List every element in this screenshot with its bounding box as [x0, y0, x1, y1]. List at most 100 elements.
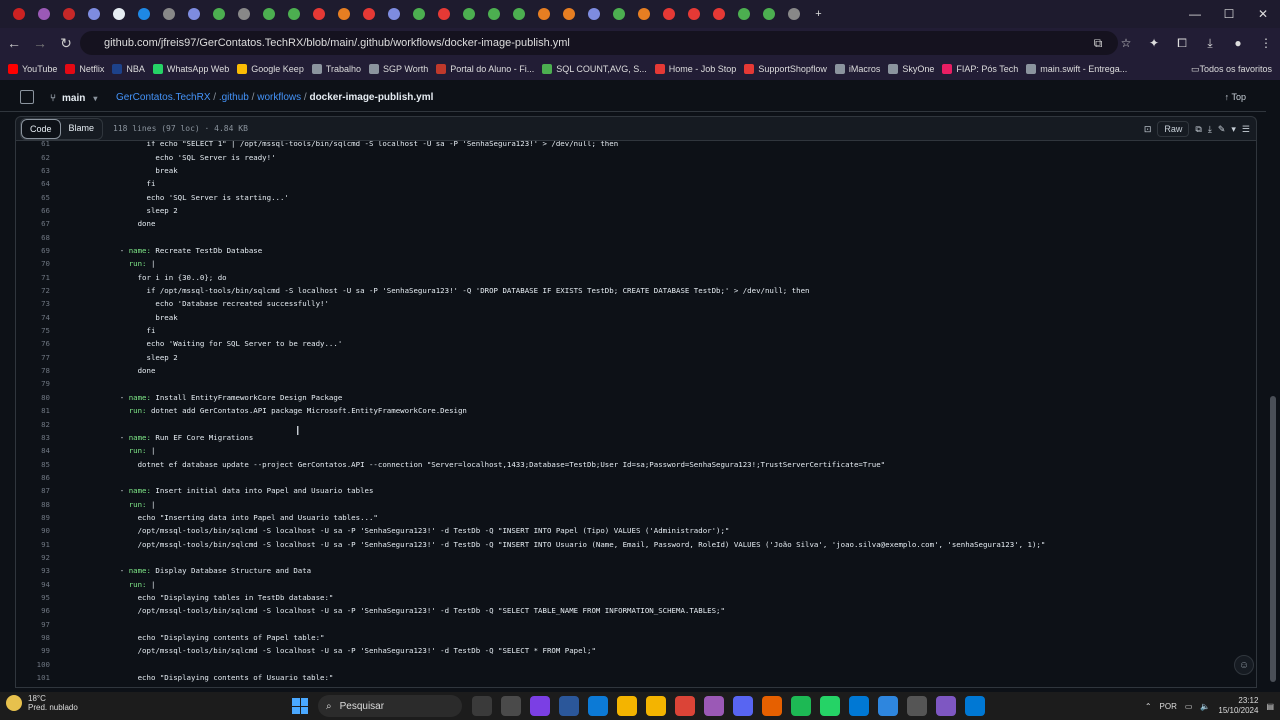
- browser-tab[interactable]: [506, 4, 531, 24]
- line-number[interactable]: 98: [16, 633, 50, 642]
- page-scrollbar[interactable]: [1266, 84, 1280, 688]
- clock[interactable]: 23:12 15/10/2024: [1218, 696, 1258, 716]
- browser-tab[interactable]: [81, 4, 106, 24]
- browser-tab[interactable]: [706, 4, 731, 24]
- line-number[interactable]: 101: [16, 673, 50, 682]
- scrollbar-thumb[interactable]: [1270, 396, 1276, 682]
- taskbar-app-icon[interactable]: [472, 696, 492, 716]
- branch-selector[interactable]: ⑂ main ▾: [50, 88, 97, 108]
- bookmark-item[interactable]: Google Keep: [237, 64, 304, 74]
- line-number[interactable]: 62: [16, 153, 50, 162]
- bookmark-item[interactable]: Netflix: [65, 64, 104, 74]
- taskbar-app-icon[interactable]: [675, 696, 695, 716]
- edit-chevron-down-icon[interactable]: ▾: [1231, 124, 1236, 135]
- line-number[interactable]: 100: [16, 660, 50, 669]
- line-number[interactable]: 80: [16, 393, 50, 402]
- breadcrumb-dir-workflows[interactable]: workflows: [257, 92, 301, 103]
- line-number[interactable]: 71: [16, 273, 50, 282]
- taskbar-app-icon[interactable]: [820, 696, 840, 716]
- browser-tab[interactable]: [681, 4, 706, 24]
- browser-tab[interactable]: [631, 4, 656, 24]
- line-number[interactable]: 96: [16, 606, 50, 615]
- browser-tab[interactable]: [131, 4, 156, 24]
- browser-tab[interactable]: [531, 4, 556, 24]
- copy-icon[interactable]: ⧉: [1195, 124, 1201, 135]
- browser-tab[interactable]: [756, 4, 781, 24]
- browser-tab[interactable]: [656, 4, 681, 24]
- download-file-icon[interactable]: ⤓: [1208, 124, 1212, 135]
- bookmark-item[interactable]: WhatsApp Web: [152, 64, 229, 74]
- download-icon[interactable]: ⤓: [1196, 36, 1224, 51]
- line-number[interactable]: 78: [16, 366, 50, 375]
- line-number[interactable]: 93: [16, 566, 50, 575]
- taskbar-app-icon[interactable]: [646, 696, 666, 716]
- maximize-icon[interactable]: ☐: [1212, 0, 1246, 28]
- line-number[interactable]: 75: [16, 326, 50, 335]
- browser-tab[interactable]: [731, 4, 756, 24]
- line-number[interactable]: 73: [16, 299, 50, 308]
- bookmark-item[interactable]: SkyOne: [888, 64, 934, 74]
- line-number[interactable]: 97: [16, 620, 50, 629]
- line-number[interactable]: 84: [16, 446, 50, 455]
- browser-tab[interactable]: [381, 4, 406, 24]
- taskbar-app-icon[interactable]: [733, 696, 753, 716]
- line-number[interactable]: 81: [16, 406, 50, 415]
- browser-tab[interactable]: [481, 4, 506, 24]
- minimize-icon[interactable]: —: [1178, 0, 1212, 28]
- line-number[interactable]: 89: [16, 513, 50, 522]
- browser-tab[interactable]: [556, 4, 581, 24]
- blame-tab[interactable]: Blame: [61, 119, 103, 139]
- taskbar-app-icon[interactable]: [559, 696, 579, 716]
- line-number[interactable]: 92: [16, 553, 50, 562]
- taskbar-app-icon[interactable]: [501, 696, 521, 716]
- line-number[interactable]: 74: [16, 313, 50, 322]
- bookmark-item[interactable]: SGP Worth: [369, 64, 428, 74]
- bookmark-item[interactable]: SQL COUNT,AVG, S...: [542, 64, 647, 74]
- taskbar-app-icon[interactable]: [791, 696, 811, 716]
- url-field[interactable]: github.com/jfreis97/GerContatos.TechRX/b…: [80, 31, 1118, 55]
- breadcrumb-repo[interactable]: GerContatos.TechRX: [116, 92, 211, 103]
- line-number[interactable]: 64: [16, 179, 50, 188]
- taskbar-app-icon[interactable]: [878, 696, 898, 716]
- line-number[interactable]: 68: [16, 233, 50, 242]
- top-button[interactable]: ↑ Top: [1225, 92, 1246, 102]
- bookmark-item[interactable]: FIAP: Pós Tech: [942, 64, 1018, 74]
- taskbar-app-icon[interactable]: [907, 696, 927, 716]
- copilot-chat-icon[interactable]: ☺: [1234, 655, 1254, 675]
- browser-tab[interactable]: [156, 4, 181, 24]
- menu-icon[interactable]: ⋮: [1252, 36, 1280, 50]
- line-number[interactable]: 72: [16, 286, 50, 295]
- line-number[interactable]: 85: [16, 460, 50, 469]
- browser-tab[interactable]: [331, 4, 356, 24]
- browser-tab[interactable]: [456, 4, 481, 24]
- taskbar-app-icon[interactable]: [617, 696, 637, 716]
- line-number[interactable]: 79: [16, 379, 50, 388]
- close-icon[interactable]: ✕: [1246, 0, 1280, 28]
- reload-icon[interactable]: ↻: [54, 31, 78, 55]
- symbols-panel-icon[interactable]: ☰: [1242, 124, 1250, 135]
- line-number[interactable]: 99: [16, 646, 50, 655]
- browser-tab[interactable]: [781, 4, 806, 24]
- line-number[interactable]: 87: [16, 486, 50, 495]
- line-number[interactable]: 95: [16, 593, 50, 602]
- taskbar-app-icon[interactable]: [530, 696, 550, 716]
- edit-pencil-icon[interactable]: ✎: [1218, 124, 1226, 135]
- browser-tab[interactable]: [206, 4, 231, 24]
- browser-tab[interactable]: [106, 4, 131, 24]
- line-number[interactable]: 83: [16, 433, 50, 442]
- weather-widget[interactable]: 18°C Pred. nublado: [6, 694, 78, 712]
- browser-tab[interactable]: [56, 4, 81, 24]
- language-indicator[interactable]: POR: [1160, 702, 1177, 711]
- taskbar-app-icon[interactable]: [965, 696, 985, 716]
- copilot-icon[interactable]: ⊡: [1144, 124, 1152, 135]
- network-icon[interactable]: ▭: [1185, 702, 1193, 711]
- bookmark-item[interactable]: NBA: [112, 64, 145, 74]
- line-number[interactable]: 63: [16, 166, 50, 175]
- profile-avatar[interactable]: ●: [1224, 36, 1252, 50]
- notification-icon[interactable]: ▤: [1266, 702, 1274, 711]
- back-icon[interactable]: ←: [2, 31, 26, 55]
- bookmark-item[interactable]: Trabalho: [311, 64, 361, 74]
- browser-tab[interactable]: [231, 4, 256, 24]
- taskbar-app-icon[interactable]: [936, 696, 956, 716]
- taskbar-app-icon[interactable]: [849, 696, 869, 716]
